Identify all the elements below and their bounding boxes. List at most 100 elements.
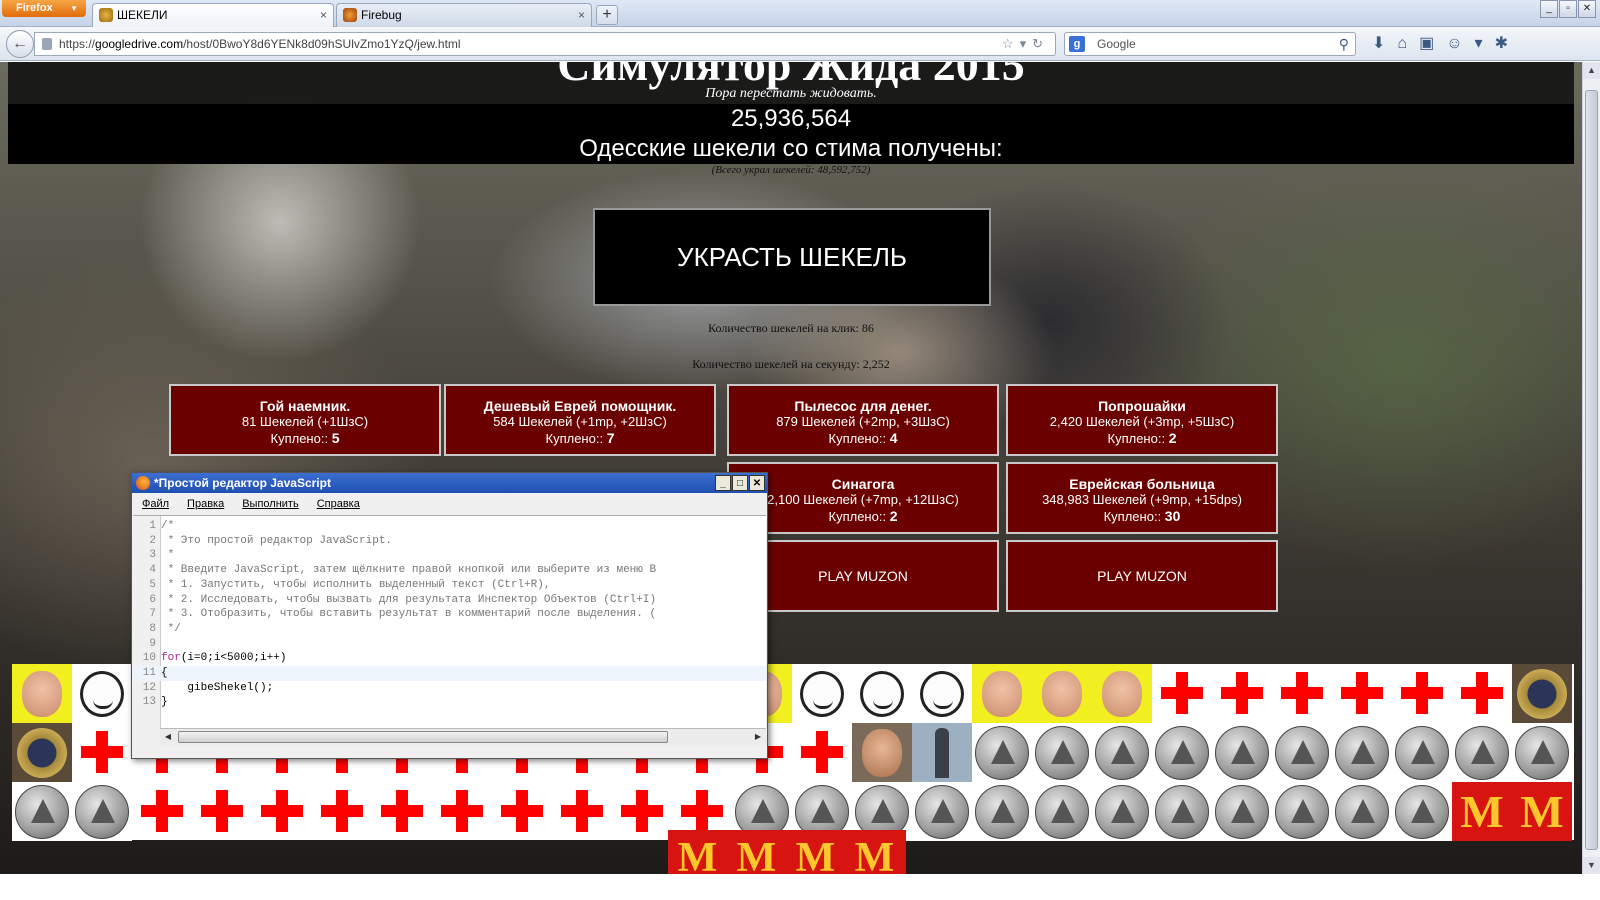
url-bar-icons: ☆▾↻: [1002, 33, 1049, 55]
code-text: * Это простой редактор JavaScript.: [161, 534, 393, 547]
cross-tile: [1452, 664, 1512, 723]
face-icon: [1042, 670, 1082, 717]
reload-icon[interactable]: ↻: [1032, 36, 1049, 51]
bookmark-star-icon[interactable]: ☆: [1002, 36, 1020, 51]
menu-help[interactable]: Справка: [317, 493, 360, 515]
face-icon: [1102, 670, 1142, 717]
coin-tile: [972, 723, 1032, 782]
restore-button[interactable]: ▫: [1559, 0, 1577, 18]
face-tile: [1092, 664, 1152, 723]
statue-icon: [935, 727, 949, 778]
addon-icon[interactable]: ☺: [1446, 32, 1462, 56]
code-editor[interactable]: 1/* 2 * Это простой редактор JavaScript. 3…: [133, 515, 766, 729]
shop-item-goy-mercenary[interactable]: Гой наемник. 81 Шекелей (+1ШзС) Куплено:…: [169, 384, 441, 456]
code-line: 1 /*: [133, 519, 766, 534]
coin-tile: [1512, 723, 1572, 782]
coin-tile: [1032, 723, 1092, 782]
header-strip: Симулятор Жида 2015 Пора перестать жидов…: [8, 62, 1574, 104]
cross-tile: [192, 782, 252, 841]
close-window-button[interactable]: ✕: [1578, 0, 1596, 18]
cart-tile: [792, 664, 852, 723]
cross-tile: [252, 782, 312, 841]
line-number: 1: [149, 520, 156, 532]
seal-tile: [12, 723, 72, 782]
minimize-button[interactable]: _: [1540, 0, 1558, 18]
gabe-tile: [852, 723, 912, 782]
scratchpad-titlebar[interactable]: *Простой редактор JavaScript _ □ ✕: [132, 473, 767, 493]
firefox-menu-button[interactable]: Firefox ▼: [2, 0, 86, 17]
play-music-button[interactable]: PLAY MUZON: [1006, 540, 1278, 612]
seal-tile: [1512, 664, 1572, 723]
search-input[interactable]: g Google ⚲: [1064, 32, 1356, 56]
shop-item-money-vacuum[interactable]: Пылесос для денег. 879 Шекелей (+2mp, +3…: [727, 384, 999, 456]
coin-icon: [1335, 784, 1389, 839]
owned-label: Куплено::: [1107, 431, 1169, 446]
scroll-right-icon[interactable]: ▶: [750, 729, 766, 745]
code-text: (i=0;i<5000;i++): [180, 652, 287, 665]
coin-tile: [1452, 723, 1512, 782]
shop-item-name: Пылесос для денег.: [794, 398, 932, 414]
coin-tile: [1212, 723, 1272, 782]
shop-item-cheap-helper[interactable]: Дешевый Еврей помощник. 584 Шекелей (+1m…: [444, 384, 716, 456]
steal-shekel-button[interactable]: УКРАСТЬ ШЕКЕЛЬ: [593, 208, 991, 306]
code-line: 5 * 1. Запустить, чтобы исполнить выделе…: [133, 578, 766, 593]
line-number: 8: [149, 622, 156, 635]
shop-item-beggars[interactable]: Попрошайки 2,420 Шекелей (+3mp, +5ШзС) К…: [1006, 384, 1278, 456]
close-button[interactable]: ✕: [749, 475, 765, 491]
firebug-toolbar-icon[interactable]: ✱: [1495, 32, 1508, 56]
google-engine-icon[interactable]: g: [1069, 36, 1085, 52]
line-number: 7: [149, 608, 156, 621]
coin-icon: [1095, 725, 1149, 780]
owned-count: 7: [606, 430, 615, 446]
home-icon[interactable]: ⌂: [1397, 32, 1407, 56]
owned-count: 4: [889, 430, 898, 446]
coin-tile: [1152, 782, 1212, 841]
lock-icon: [42, 38, 52, 50]
search-icon[interactable]: ⚲: [1339, 33, 1349, 55]
menu-execute[interactable]: Выполнить: [242, 493, 298, 515]
shop-item-owned: Куплено:: 5: [171, 430, 439, 447]
mcdonalds-logo-icon: M: [677, 835, 718, 874]
download-icon[interactable]: ⬇: [1372, 32, 1385, 56]
shop-item-price: 81 Шекелей (+1ШзС): [241, 414, 369, 429]
owned-count: 30: [1164, 508, 1181, 524]
close-tab-icon[interactable]: ×: [320, 4, 327, 26]
scrollbar-thumb[interactable]: [178, 731, 668, 743]
coin-icon: [1515, 725, 1569, 780]
scratchpad-window: *Простой редактор JavaScript _ □ ✕ Файл …: [131, 472, 768, 759]
toolbar-icons: ⬇ ⌂ ▣ ☺ ▾ ✱: [1372, 32, 1508, 56]
url-prefix: https://: [59, 37, 96, 51]
scroll-up-icon[interactable]: ▲: [1583, 62, 1600, 79]
editor-horizontal-scrollbar[interactable]: ◀ ▶: [160, 728, 766, 745]
owned-count: 2: [1168, 430, 1177, 446]
line-number: 2: [149, 534, 156, 547]
scratchpad-window-controls: _ □ ✕: [715, 475, 765, 491]
scroll-down-icon[interactable]: ▼: [1583, 857, 1600, 874]
maximize-button[interactable]: □: [732, 475, 748, 491]
page-scrollbar[interactable]: ▲ ▼: [1582, 62, 1600, 874]
face-tile: [12, 664, 72, 723]
seal-icon: [17, 727, 67, 778]
tab-firebug[interactable]: Firebug ×: [336, 3, 592, 27]
tab-label: ШЕКЕЛИ: [117, 8, 168, 22]
new-tab-button[interactable]: +: [596, 5, 618, 25]
scroll-left-icon[interactable]: ◀: [160, 729, 176, 745]
back-arrow-icon: ←: [12, 35, 28, 52]
tab-shekeli[interactable]: ШЕКЕЛИ ×: [92, 3, 334, 27]
shop-item-hospital[interactable]: Еврейская больница 348,983 Шекелей (+9mp…: [1006, 462, 1278, 534]
menu-arrow-icon[interactable]: ▾: [1475, 32, 1483, 56]
close-tab-icon[interactable]: ×: [578, 4, 585, 26]
minimize-button[interactable]: _: [715, 475, 731, 491]
coin-icon: [975, 725, 1029, 780]
code-line: 12 gibeShekel();: [133, 681, 766, 696]
scrollbar-thumb[interactable]: [1585, 90, 1598, 850]
dropdown-arrow-icon[interactable]: ▾: [1020, 36, 1033, 51]
per-second-stat: Количество шекелей на секунду: 2,252: [692, 357, 890, 371]
cross-tile: [1332, 664, 1392, 723]
coin-tile: [1272, 723, 1332, 782]
bookmarks-icon[interactable]: ▣: [1419, 32, 1434, 56]
url-bar[interactable]: https://googledrive.com/host/0BwoY8d6YEN…: [34, 32, 1056, 56]
menu-file[interactable]: Файл: [142, 493, 169, 515]
menu-edit[interactable]: Правка: [187, 493, 224, 515]
back-button[interactable]: ←: [6, 30, 34, 58]
